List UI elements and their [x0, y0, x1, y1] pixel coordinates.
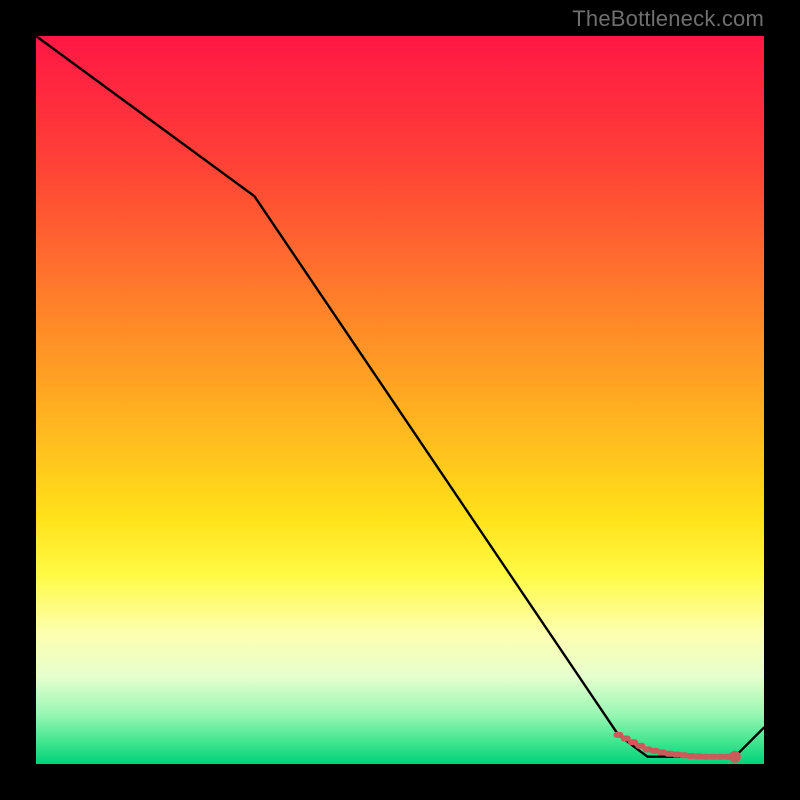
plot-area: [36, 36, 764, 764]
watermark-text: TheBottleneck.com: [572, 6, 764, 32]
chart-overlay: [36, 36, 764, 764]
bottleneck-curve: [36, 36, 764, 757]
highlight-markers: [613, 732, 741, 763]
chart-frame: TheBottleneck.com: [0, 0, 800, 800]
highlight-end-dot: [729, 751, 741, 763]
